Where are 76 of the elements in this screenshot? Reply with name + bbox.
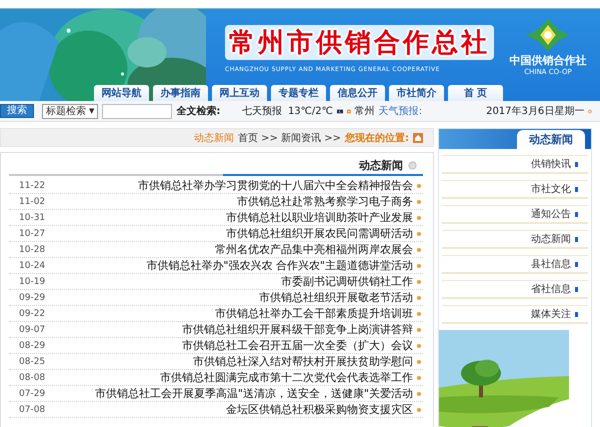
news-link[interactable]: 市供销总社圆满完成市第十二次党代会代表选举工作 (160, 370, 413, 385)
nav-tab[interactable]: 办事指南 (153, 85, 208, 101)
news-link[interactable]: 市供销总社工会开展夏季高温"送清凉，送安全，送健康"关爱活动 (94, 386, 413, 401)
news-date: 10-28 (18, 244, 46, 254)
news-date: 10-19 (18, 276, 46, 286)
news-link[interactable]: 市供销总社举办"强农兴农 合作兴农"主题道德讲堂活动 (146, 258, 413, 273)
sidebar-item[interactable]: 县社信息 (442, 255, 588, 274)
news-link[interactable]: 市供销总社举办工会干部素质提升培训班 (215, 306, 413, 321)
search-button[interactable]: 搜索 (0, 104, 34, 118)
temperature: 13℃/2℃ (288, 106, 333, 116)
panel-title: 动态新闻 (359, 158, 403, 172)
bullet-icon (417, 296, 421, 300)
breadcrumb-path: 首页 >> 新闻资讯 >> (238, 132, 341, 144)
bullet-icon (417, 280, 421, 284)
bullet-icon (417, 184, 421, 188)
news-link[interactable]: 市供销总社赴常熟考察学习电子商务 (237, 194, 413, 209)
bullet-icon (417, 344, 421, 348)
news-date: 10-27 (18, 228, 46, 238)
nav-tab[interactable]: 网站导航 (94, 85, 149, 101)
news-date: 07-08 (18, 404, 46, 414)
bullet-icon (417, 232, 421, 236)
bullet-icon (417, 216, 421, 220)
bullet-icon (417, 248, 421, 252)
nav-tab[interactable]: 信息公开 (330, 85, 385, 101)
news-link[interactable]: 市供销总社组织开展农民问需调研活动 (226, 226, 413, 241)
bullet-icon (417, 360, 421, 364)
bullet-icon (417, 392, 421, 396)
news-date: 11-02 (18, 196, 46, 206)
news-date: 10-24 (18, 260, 46, 270)
home-icon (413, 132, 423, 142)
nav-tab[interactable]: 首 页 (448, 85, 503, 101)
bullet-icon (417, 264, 421, 268)
site-title: 常州市供销合作总社 (225, 24, 494, 60)
search-label: 全文检索: (176, 104, 220, 118)
bullet-icon (417, 376, 421, 380)
news-link[interactable]: 市供销总社工会召开五届一次全委（扩大）会议 (182, 338, 413, 353)
date-text: 2017年3月6日星期一 (486, 104, 584, 118)
news-date: 08-08 (18, 372, 46, 382)
nav-tab[interactable]: 专题专栏 (271, 85, 326, 101)
news-date: 07-29 (18, 388, 46, 398)
nav-tab[interactable]: 市社简介 (389, 85, 444, 101)
sidebar-item[interactable]: 省社信息 (442, 280, 588, 299)
news-link[interactable]: 市供销总社举办学习贯彻党的十八届六中全会精神报告会 (138, 178, 413, 193)
news-date: 08-25 (18, 356, 46, 366)
news-date: 10-31 (18, 212, 46, 222)
news-link[interactable]: 金坛区供销总社积极采购物资支援灾区 (226, 402, 413, 417)
forecast-link[interactable]: 七天预报 (242, 104, 282, 118)
city-name: 常州 (354, 104, 375, 118)
sidebar-item[interactable]: 市社文化 (442, 180, 588, 199)
nav-tab[interactable]: 网上互动 (212, 85, 267, 101)
news-link[interactable]: 市供销总社以职业培训助茶叶产业发展 (226, 210, 413, 225)
sidebar-item[interactable]: 媒体关注 (442, 305, 588, 324)
bullet-icon (417, 312, 421, 316)
sidebar-item[interactable]: 通知公告 (442, 205, 588, 224)
news-date: 09-29 (18, 292, 46, 302)
flower-logo-icon (525, 17, 571, 53)
news-link[interactable]: 常州名优农产品集中亮相福州两岸农展会 (215, 242, 413, 257)
news-date: 09-07 (18, 324, 46, 334)
circle-icon (408, 160, 417, 170)
news-date: 11-22 (18, 180, 46, 190)
breadcrumb-label: 您现在的位置: (345, 132, 409, 144)
weather-label: 天气预报: (378, 104, 422, 118)
news-date: 09-22 (18, 308, 46, 318)
search-field[interactable] (102, 104, 172, 118)
sidebar-title: 动态新闻 (517, 130, 585, 149)
sidebar-item[interactable]: 动态新闻 (442, 230, 588, 249)
bullet-icon (417, 328, 421, 332)
news-link[interactable]: 市供销总社深入结对帮扶村开展扶贫助学慰问 (193, 354, 413, 369)
news-link[interactable]: 市供销总社组织开展科级干部竞争上岗演讲答辩 (182, 322, 413, 337)
logo-name: 中国供销合作社 (510, 53, 586, 68)
news-date: 08-29 (18, 340, 46, 350)
news-link[interactable]: 市委副书记调研供销社工作 (281, 274, 413, 289)
news-link[interactable]: 市供销总社组织开展敬老节活动 (259, 290, 413, 305)
bullet-icon (417, 200, 421, 204)
sidebar-item[interactable]: 供销快讯 (442, 155, 588, 174)
bullet-icon (417, 408, 421, 412)
